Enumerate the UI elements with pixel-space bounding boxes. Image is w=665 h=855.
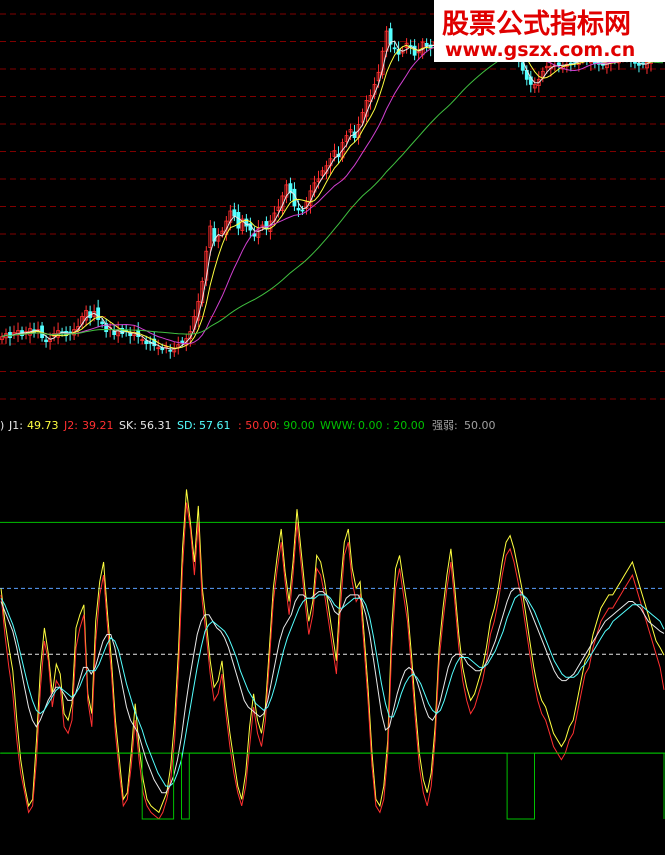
legend-level-90: : 90.00 [276, 419, 315, 432]
candle-body [556, 62, 561, 66]
legend-level-20: : 20.00 [386, 419, 425, 432]
legend-www-value: 0.00 [358, 419, 383, 432]
candle-body [8, 332, 12, 339]
legend-sk-value: 56.31 [140, 419, 172, 432]
candle-body [180, 340, 185, 344]
legend-prefix: ) [0, 419, 4, 432]
candle-body [168, 349, 173, 352]
watermark-url: www.gszx.com.cn [445, 39, 635, 61]
legend-sk-label: SK: [119, 419, 137, 432]
stock-chart-canvas: ) J1: 49.73 J2: 39.21 SK: 56.31 SD: 57.6… [0, 0, 665, 855]
legend-j2-value: 39.21 [82, 419, 114, 432]
candle-body [392, 47, 397, 50]
legend-strength-value: 50.00 [464, 419, 496, 432]
candle-body [300, 209, 305, 212]
legend-j1-label: J1: [8, 419, 23, 432]
candle-body [232, 209, 237, 217]
legend-www-label: WWW: [320, 419, 356, 432]
site-watermark: 股票公式指标网 www.gszx.com.cn [434, 0, 665, 62]
legend-sd-label: SD: [177, 419, 196, 432]
watermark-title: 股票公式指标网 [442, 9, 631, 40]
legend-j2-label: J2: [63, 419, 78, 432]
candle-body [44, 339, 48, 343]
candle-body [236, 212, 241, 229]
candle-body [296, 207, 301, 211]
candle-body [100, 321, 105, 324]
legend-level-50: : 50.00 [238, 419, 277, 432]
legend-j1-value: 49.73 [27, 419, 59, 432]
candle-body [144, 340, 149, 345]
legend-strength-label: 强弱: [432, 419, 458, 432]
legend-sd-value: 57.61 [199, 419, 231, 432]
